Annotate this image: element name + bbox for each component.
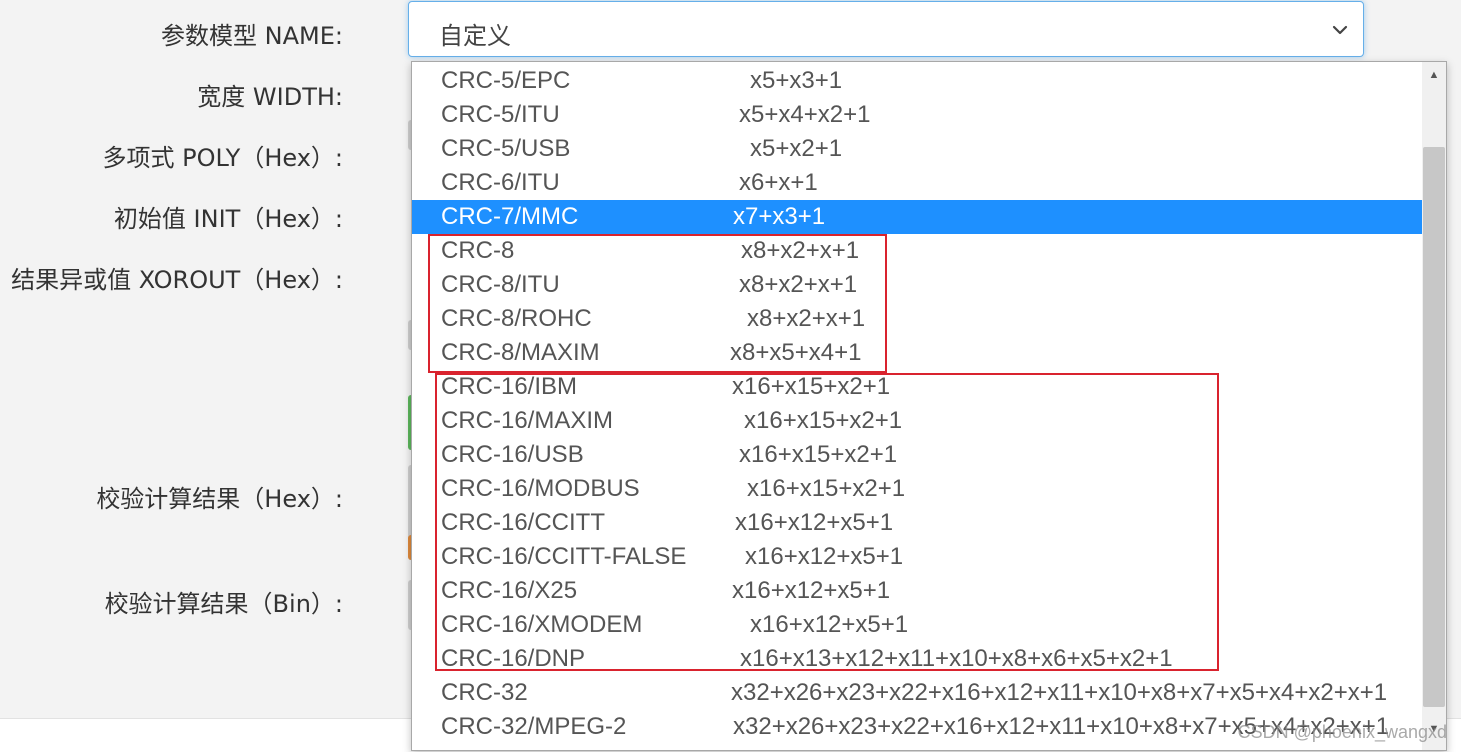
option-polynomial: x5+x3+1 — [750, 67, 843, 94]
dropdown-option[interactable]: CRC-5/USB x5+x2+1 — [412, 132, 1422, 166]
option-polynomial: x5+x2+1 — [750, 135, 843, 162]
option-polynomial: x16+x13+x12+x11+x10+x8+x6+x5+x2+1 — [740, 645, 1173, 672]
option-name: CRC-7/MMC — [441, 203, 579, 230]
dropdown-option[interactable]: CRC-16/MODBUS x16+x15+x2+1 — [412, 472, 1422, 506]
option-name: CRC-32 — [441, 679, 528, 706]
option-name: CRC-8 — [441, 237, 515, 264]
option-polynomial: x7+x3+1 — [733, 203, 826, 230]
dropdown-option[interactable]: CRC-8/MAXIM x8+x5+x4+1 — [412, 336, 1422, 370]
option-name: CRC-16/IBM — [441, 373, 578, 400]
option-name: CRC-16/CCITT — [441, 509, 606, 536]
select-current-value: 自定义 — [439, 22, 511, 50]
option-name: CRC-5/ITU — [441, 101, 560, 128]
option-polynomial: x16+x15+x2+1 — [739, 441, 898, 468]
option-polynomial: x16+x12+x5+1 — [745, 543, 904, 570]
label-result-hex: 校验计算结果（Hex）: — [96, 485, 343, 513]
dropdown-option[interactable]: CRC-16/MAXIM x16+x15+x2+1 — [412, 404, 1422, 438]
dropdown-option[interactable]: CRC-16/IBM x16+x15+x2+1 — [412, 370, 1422, 404]
dropdown-scrollbar[interactable]: ▲ ▼ — [1422, 62, 1446, 750]
dropdown-option[interactable]: CRC-16/CCITT x16+x12+x5+1 — [412, 506, 1422, 540]
option-name: CRC-5/USB — [441, 135, 571, 162]
option-polynomial: x8+x5+x4+1 — [730, 339, 862, 366]
option-name: CRC-8/MAXIM — [441, 339, 600, 366]
option-name: CRC-16/CCITT-FALSE — [441, 543, 687, 570]
dropdown-option[interactable]: CRC-32 x32+x26+x23+x22+x16+x12+x11+x10+x8… — [412, 676, 1422, 710]
watermark: CSDN @phoenix_wangxd — [1237, 722, 1447, 742]
option-polynomial: x8+x2+x+1 — [747, 305, 866, 332]
option-polynomial: x8+x2+x+1 — [741, 237, 860, 264]
dropdown-option[interactable]: CRC-16/USB x16+x15+x2+1 — [412, 438, 1422, 472]
label-name: 参数模型 NAME: — [161, 22, 343, 50]
option-polynomial: x8+x2+x+1 — [739, 271, 858, 298]
option-polynomial: x32+x26+x23+x22+x16+x12+x11+x10+x8+x7+x5… — [731, 679, 1388, 706]
option-polynomial: x16+x12+x5+1 — [735, 509, 894, 536]
label-width: 宽度 WIDTH: — [197, 83, 343, 111]
dropdown-option[interactable]: CRC-8/ITU x8+x2+x+1 — [412, 268, 1422, 302]
option-name: CRC-16/USB — [441, 441, 584, 468]
dropdown-option[interactable]: CRC-16/DNP x16+x13+x12+x11+x10+x8+x6+x5+x… — [412, 642, 1422, 676]
option-name: CRC-8/ITU — [441, 271, 560, 298]
option-polynomial: x5+x4+x2+1 — [739, 101, 871, 128]
crc-model-select[interactable]: 自定义 — [408, 1, 1364, 57]
option-name: CRC-16/XMODEM — [441, 611, 643, 638]
dropdown-option[interactable]: CRC-5/ITU x5+x4+x2+1 — [412, 98, 1422, 132]
option-polynomial: x16+x15+x2+1 — [747, 475, 906, 502]
dropdown-option[interactable]: CRC-16/CCITT-FALSE x16+x12+x5+1 — [412, 540, 1422, 574]
option-name: CRC-32/MPEG-2 — [441, 713, 627, 740]
label-poly: 多项式 POLY（Hex）: — [102, 144, 343, 172]
dropdown-option[interactable]: CRC-16/X25 x16+x12+x5+1 — [412, 574, 1422, 608]
option-polynomial: x16+x15+x2+1 — [744, 407, 903, 434]
dropdown-option[interactable]: CRC-7/MMC x7+x3+1 — [412, 200, 1422, 234]
option-name: CRC-16/MAXIM — [441, 407, 614, 434]
dropdown-option[interactable]: CRC-16/XMODEM x16+x12+x5+1 — [412, 608, 1422, 642]
dropdown-option[interactable]: CRC-8 x8+x2+x+1 — [412, 234, 1422, 268]
dropdown-option[interactable]: CRC-5/EPC x5+x3+1 — [412, 64, 1422, 98]
dropdown-option[interactable]: CRC-6/ITU x6+x+1 — [412, 166, 1422, 200]
crc-model-dropdown[interactable]: CRC-5/EPC x5+x3+1 CRC-5/ITU x5+x4+x2+1 CRC-5… — [411, 61, 1447, 751]
option-name: CRC-6/ITU — [441, 169, 560, 196]
label-init: 初始值 INIT（Hex）: — [113, 205, 343, 233]
scroll-thumb[interactable] — [1423, 147, 1445, 707]
option-polynomial: x16+x15+x2+1 — [732, 373, 891, 400]
chevron-down-icon — [1332, 25, 1348, 35]
arrow-up-icon[interactable]: ▲ — [1422, 64, 1446, 86]
label-result-bin: 校验计算结果（Bin）: — [104, 590, 343, 618]
option-polynomial: x16+x12+x5+1 — [732, 577, 891, 604]
label-xorout: 结果异或值 XOROUT（Hex）: — [11, 266, 343, 294]
option-name: CRC-16/MODBUS — [441, 475, 640, 502]
option-polynomial: x6+x+1 — [739, 169, 818, 196]
option-name: CRC-16/X25 — [441, 577, 578, 604]
option-name: CRC-5/EPC — [441, 67, 571, 94]
dropdown-option[interactable]: CRC-8/ROHC x8+x2+x+1 — [412, 302, 1422, 336]
option-polynomial: x16+x12+x5+1 — [750, 611, 909, 638]
option-name: CRC-16/DNP — [441, 645, 586, 672]
option-name: CRC-8/ROHC — [441, 305, 592, 332]
